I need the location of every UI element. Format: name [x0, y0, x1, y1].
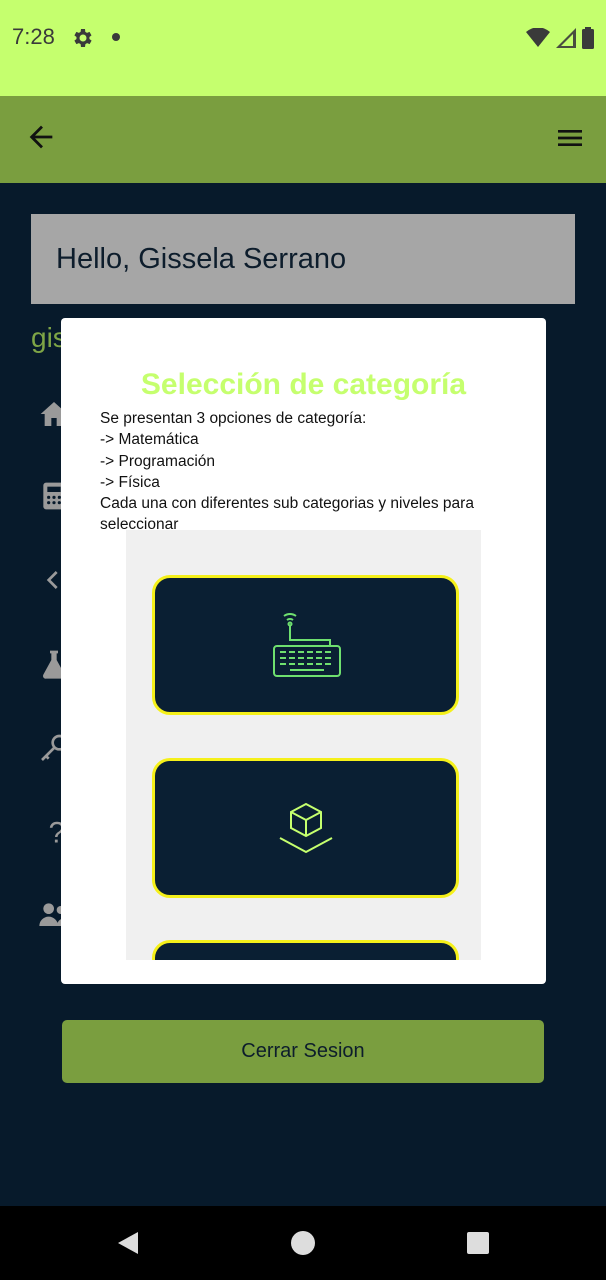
greeting-banner: Hello, Gissela Serrano — [31, 214, 575, 304]
modal-description: Se presentan 3 opciones de categoría: ->… — [100, 410, 474, 534]
cube-icon — [279, 802, 332, 854]
logout-label: Cerrar Sesion — [241, 1040, 365, 1062]
system-nav-bar — [0, 1206, 606, 1280]
category-card-math[interactable] — [152, 940, 459, 960]
nav-recents-icon[interactable] — [466, 1231, 490, 1255]
notification-dot-icon — [112, 33, 120, 41]
keyboard-icon — [272, 613, 341, 677]
gear-icon — [74, 29, 92, 47]
status-icons — [526, 26, 594, 50]
status-bar: 7:28 — [0, 0, 606, 96]
app-bar — [0, 96, 606, 183]
modal-title: Selección de categoría — [140, 368, 467, 401]
category-list[interactable] — [126, 530, 481, 960]
menu-icon[interactable] — [554, 122, 586, 154]
status-time: 7:28 — [12, 24, 55, 49]
category-modal: Selección de categoría Se presentan 3 op… — [61, 318, 546, 984]
back-arrow-icon[interactable] — [24, 120, 58, 154]
greeting-text: Hello, Gissela Serrano — [56, 242, 347, 275]
logout-button[interactable]: Cerrar Sesion — [62, 1020, 544, 1083]
nav-home-icon[interactable] — [290, 1230, 316, 1256]
wifi-icon — [526, 28, 550, 47]
battery-icon — [582, 27, 594, 49]
category-card-physics[interactable] — [152, 758, 459, 898]
category-card-programming[interactable] — [152, 575, 459, 715]
nav-back-icon[interactable] — [114, 1230, 140, 1256]
signal-icon — [556, 28, 576, 48]
